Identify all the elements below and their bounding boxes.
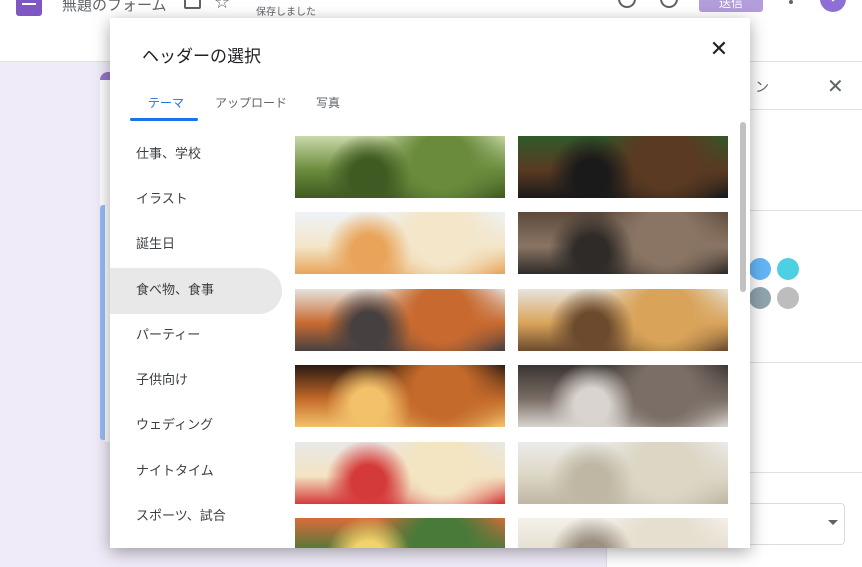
tab-photos[interactable]: 写真 [316,94,340,122]
avatar-check-icon [827,0,839,2]
candlelight-dinner-photo[interactable] [295,365,505,427]
category-food-dining[interactable]: 食べ物、食事 [110,268,282,314]
close-icon[interactable]: ✕ [708,39,730,61]
cocktails-photo[interactable] [295,289,505,351]
theme-color-swatch[interactable] [749,258,771,280]
birthday-cake-photo[interactable] [295,212,505,274]
side-panel-title: ン [755,80,769,96]
preview-icon[interactable] [660,0,678,8]
send-button[interactable]: 送信 [699,0,763,12]
palette-icon[interactable] [618,0,636,8]
font-style-select[interactable] [747,503,845,545]
star-icon[interactable]: ☆ [214,0,230,13]
close-icon[interactable]: ✕ [827,74,844,98]
category-nighttime[interactable]: ナイトタイム [110,449,282,495]
dinner-table-photo[interactable] [518,212,728,274]
kitchen-photo[interactable] [518,518,728,548]
category-work-school[interactable]: 仕事、学校 [110,132,282,178]
picnic-photo[interactable] [295,136,505,198]
dialog-title: ヘッダーの選択 [142,47,261,67]
category-wedding[interactable]: ウェディング [110,403,282,449]
theme-color-swatch[interactable] [777,258,799,280]
champagne-photo[interactable] [518,442,728,504]
scrollbar[interactable] [740,122,746,292]
theme-color-swatch[interactable] [777,287,799,309]
header-picker-dialog: ヘッダーの選択 ✕ テーマ アップロード 写真 仕事、学校 イラスト 誕生日 食… [110,18,750,548]
active-tab-indicator [130,118,198,121]
forms-app-icon[interactable] [16,0,42,16]
form-title[interactable]: 無題のフォーム [62,0,167,15]
save-status: 保存しました [256,7,316,18]
theme-color-swatch[interactable] [749,287,771,309]
tab-upload[interactable]: アップロード [215,94,287,122]
form-section-accent [100,205,105,440]
category-sports-games[interactable]: スポーツ、試合 [110,494,282,540]
avatar[interactable] [820,0,846,12]
more-options-icon[interactable] [789,0,793,4]
pancakes-photo[interactable] [518,289,728,351]
dropdown-arrow-icon [828,520,838,525]
popcorn-photo[interactable] [295,442,505,504]
category-illustration[interactable]: イラスト [110,177,282,223]
category-party[interactable]: パーティー [110,313,282,359]
buffet-photo[interactable] [295,518,505,548]
category-birthday[interactable]: 誕生日 [110,222,282,268]
party-crowd-photo[interactable] [518,365,728,427]
folder-icon[interactable] [184,0,201,9]
category-kids[interactable]: 子供向け [110,358,282,404]
grilled-steak-photo[interactable] [518,136,728,198]
